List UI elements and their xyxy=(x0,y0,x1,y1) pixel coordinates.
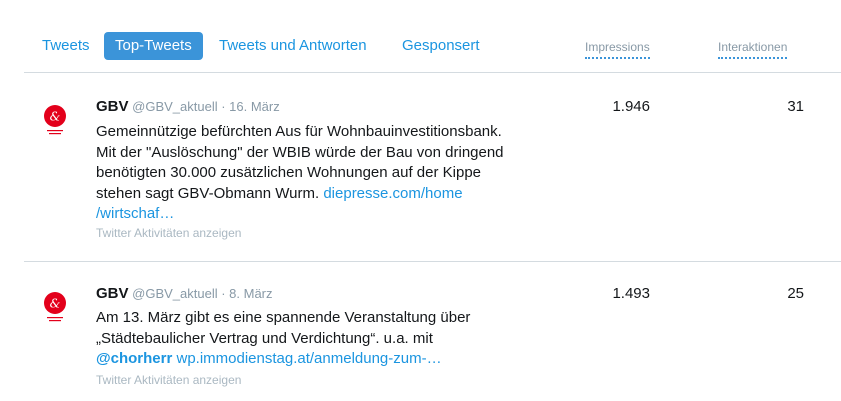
tab-tweets[interactable]: Tweets xyxy=(42,32,90,60)
tweet-line: Mit der "Auslöschung" der WBIB würde der… xyxy=(96,143,504,161)
gbv-logo-icon[interactable]: & xyxy=(42,104,68,138)
author-handle[interactable]: @GBV_aktuell xyxy=(132,286,217,301)
impressions-value: 1.493 xyxy=(612,285,650,302)
tab-tweets-and-replies[interactable]: Tweets und Antworten xyxy=(219,32,367,60)
date-separator: · xyxy=(217,286,230,301)
tweet-date[interactable]: 16. März xyxy=(229,99,280,114)
impressions-column-header[interactable]: Impressions xyxy=(585,40,650,59)
gbv-logo-icon[interactable]: & xyxy=(42,291,68,325)
interactions-column-header[interactable]: Interaktionen xyxy=(718,40,788,59)
impressions-value: 1.946 xyxy=(612,98,650,115)
tab-top-tweets[interactable]: Top-Tweets xyxy=(104,32,203,60)
tweet-link[interactable]: diepresse.com/home xyxy=(323,185,462,202)
tab-bar: Tweets Top-Tweets Tweets und Antworten G… xyxy=(0,0,841,72)
tweet-line-text: stehen sagt GBV-Obmann Wurm. xyxy=(96,184,324,202)
interactions-value: 31 xyxy=(787,98,804,115)
tweet-line: benötigten 30.000 zusätzlichen Wohnungen… xyxy=(96,164,482,181)
tweet-header: GBV @GBV_aktuell · 16. März xyxy=(96,98,280,115)
author-name[interactable]: GBV xyxy=(96,285,129,302)
tweet-date[interactable]: 8. März xyxy=(229,286,272,301)
tweet-line: stehen sagt GBV-Obmann Wurm. diepresse.c… xyxy=(96,184,546,205)
author-name[interactable]: GBV xyxy=(96,98,129,115)
tweet-link[interactable]: wp.immodienstag.at/anmeldung-zum-… xyxy=(172,350,441,367)
tweet-divider xyxy=(24,261,841,262)
tweet-line: „Städtebaulicher Vertrag und Verdichtung… xyxy=(96,329,433,347)
tweet-line: @chorherr wp.immodienstag.at/anmeldung-z… xyxy=(96,349,546,370)
tweet-line: Am 13. März gibt es eine spannende Veran… xyxy=(96,309,471,326)
date-separator: · xyxy=(217,99,230,114)
tweet-text: Gemeinnützige befürchten Aus für Wohnbau… xyxy=(96,122,546,225)
tweet-line: Gemeinnützige befürchten Aus für Wohnbau… xyxy=(96,123,502,140)
tweet-text: Am 13. März gibt es eine spannende Veran… xyxy=(96,308,546,370)
tweet-link-continued[interactable]: /wirtschaf… xyxy=(96,205,174,222)
tab-sponsored[interactable]: Gesponsert xyxy=(402,32,480,60)
header-divider xyxy=(24,72,841,73)
tweet-header: GBV @GBV_aktuell · 8. März xyxy=(96,285,273,302)
interactions-value: 25 xyxy=(787,285,804,302)
svg-text:&: & xyxy=(50,110,61,124)
view-activity-link[interactable]: Twitter Aktivitäten anzeigen xyxy=(96,373,241,387)
mention-link[interactable]: @chorherr xyxy=(96,350,172,367)
author-handle[interactable]: @GBV_aktuell xyxy=(132,99,217,114)
view-activity-link[interactable]: Twitter Aktivitäten anzeigen xyxy=(96,226,241,240)
tweet-line: /wirtschaf… xyxy=(96,204,546,225)
svg-text:&: & xyxy=(50,297,61,311)
